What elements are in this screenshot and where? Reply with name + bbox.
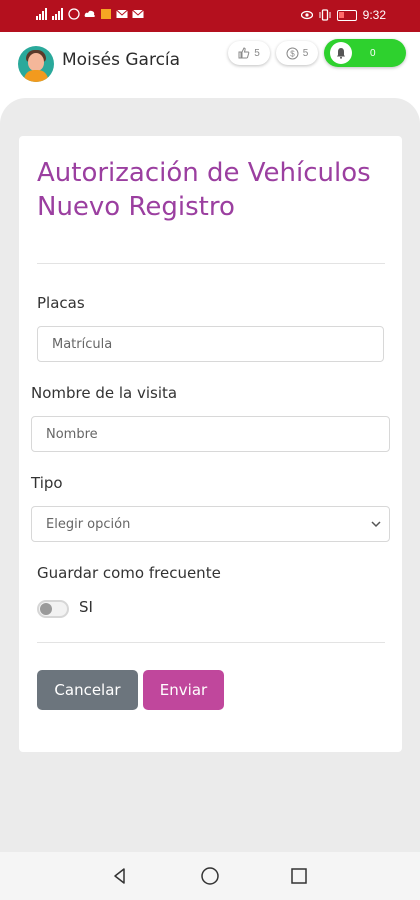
tipo-select[interactable]: Elegir opción	[31, 506, 390, 542]
visita-placeholder: Nombre	[46, 426, 98, 442]
home-icon[interactable]	[200, 866, 220, 886]
chevron-down-icon	[371, 521, 381, 528]
notifications-count: 0	[370, 47, 376, 59]
toggle-label: SI	[79, 598, 93, 616]
app-notification-icon	[101, 9, 111, 19]
signal-icon	[52, 8, 63, 20]
status-bar-left-icons	[36, 8, 144, 20]
tipo-label: Tipo	[31, 474, 63, 492]
dollar-coin-icon: $	[286, 47, 299, 59]
recents-icon[interactable]	[289, 866, 309, 886]
app-header: Moisés García 5 $ 5 0	[0, 32, 420, 92]
clock: 9:32	[362, 8, 386, 22]
likes-badge[interactable]: 5	[228, 41, 270, 65]
notifications-button[interactable]: 0	[324, 39, 406, 67]
back-icon[interactable]	[110, 866, 130, 886]
svg-text:$: $	[290, 49, 295, 58]
system-navigation-bar	[0, 852, 420, 900]
mail-icon	[116, 9, 128, 18]
thumbs-up-icon	[238, 47, 250, 59]
mail-icon	[132, 9, 144, 18]
status-bar: 9:32	[0, 0, 420, 32]
avatar[interactable]	[18, 46, 54, 82]
vibrate-icon	[319, 9, 331, 21]
likes-count: 5	[254, 47, 260, 59]
form-card: Autorización de Vehículos Nuevo Registro…	[19, 136, 402, 752]
divider	[37, 642, 385, 643]
send-button[interactable]: Enviar	[143, 670, 224, 710]
page-title: Autorización de Vehículos Nuevo Registro	[37, 158, 371, 222]
status-bar-right-icons: 9:32	[300, 8, 386, 22]
whatsapp-icon	[68, 8, 80, 20]
coins-count: 5	[302, 47, 309, 59]
tipo-selected-value: Elegir opción	[46, 516, 131, 532]
frecuente-label: Guardar como frecuente	[37, 564, 221, 582]
cloud-icon	[84, 10, 95, 17]
user-name: Moisés García	[62, 50, 181, 70]
signal-icon	[36, 8, 47, 20]
placas-placeholder: Matrícula	[52, 336, 113, 352]
visita-name-input[interactable]: Nombre	[31, 416, 390, 452]
eye-icon	[300, 10, 313, 20]
battery-icon	[336, 9, 357, 21]
toggle-knob	[40, 603, 52, 615]
cancel-button[interactable]: Cancelar	[37, 670, 138, 710]
visita-label: Nombre de la visita	[31, 384, 178, 402]
bell-icon	[330, 42, 352, 64]
placas-input[interactable]: Matrícula	[37, 326, 384, 362]
frecuente-toggle[interactable]	[37, 600, 69, 618]
coins-badge[interactable]: $ 5	[276, 41, 318, 65]
divider	[37, 263, 385, 264]
placas-label: Placas	[37, 294, 85, 312]
